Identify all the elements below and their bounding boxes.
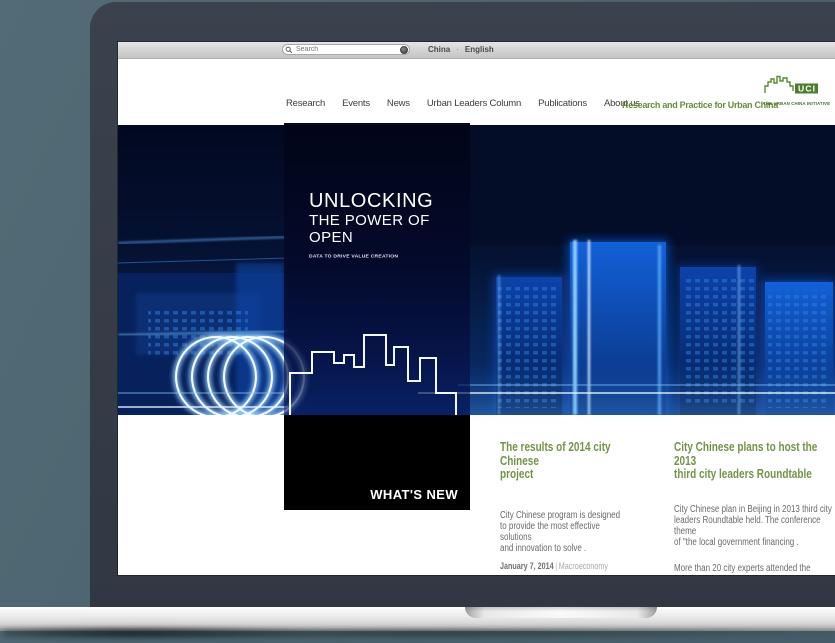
hero-title-line2: THE POWER OF OPEN [309, 212, 470, 247]
hero-panel-photo: UNLOCKING THE POWER OF OPEN DATA TO DRIV… [284, 123, 470, 415]
hero-banner [118, 125, 835, 415]
search-input[interactable] [293, 45, 400, 54]
language-switch: China · English [428, 45, 494, 54]
browser-chrome-bar: China · English [118, 42, 835, 59]
nav-item-research[interactable]: Research [286, 98, 325, 109]
lang-separator: · [456, 45, 459, 54]
nav-item-urban-leaders-column[interactable]: Urban Leaders Column [427, 98, 521, 109]
article-excerpt-more: More than 20 city experts attended the m… [674, 563, 835, 576]
skyline-outline-icon [284, 325, 470, 415]
laptop-lid-notch [465, 607, 657, 618]
article-date: January 7, 2014 [500, 561, 554, 571]
nav-item-news[interactable]: News [387, 98, 410, 109]
hero-copy: UNLOCKING THE POWER OF OPEN DATA TO DRIV… [309, 191, 470, 262]
news-articles: The results of 2014 city Chinese project… [500, 441, 835, 575]
hero-subtitle: DATA TO DRIVE VALUE CREATION [309, 253, 409, 259]
site-logo[interactable]: UCI THE URBAN CHINA INITIATIVE [763, 74, 835, 110]
hero-title-line1: UNLOCKING [309, 191, 470, 212]
article-excerpt: City Chinese plan in Beijing in 2013 thi… [674, 504, 835, 548]
logo-skyline-icon: UCI [763, 74, 835, 96]
whats-new-band: WHAT'S NEW [284, 415, 470, 510]
hero-center-panel: UNLOCKING THE POWER OF OPEN DATA TO DRIV… [284, 123, 470, 510]
browser-screen: China · English Research Events News Urb… [118, 42, 835, 575]
article-card: City Chinese plans to host the 2013 thir… [674, 441, 835, 575]
lang-english-link[interactable]: English [465, 45, 494, 54]
lang-china-link[interactable]: China [428, 45, 450, 54]
main-nav: Research Events News Urban Leaders Colum… [286, 98, 640, 109]
logo-caption: THE URBAN CHINA INITIATIVE [763, 101, 835, 106]
article-excerpt: City Chinese program is designed to prov… [500, 510, 652, 554]
article-title[interactable]: The results of 2014 city Chinese project [500, 441, 652, 482]
article-card: The results of 2014 city Chinese project… [500, 441, 652, 575]
article-category[interactable]: Macroeconomy [559, 561, 608, 571]
svg-text:UCI: UCI [798, 84, 816, 94]
brand-tagline: Research and Practice for Urban China [622, 100, 778, 110]
nav-item-publications[interactable]: Publications [538, 98, 587, 109]
search-icon [285, 46, 293, 54]
whats-new-label[interactable]: WHAT'S NEW [370, 487, 458, 502]
search-box[interactable] [282, 44, 410, 55]
search-go-button[interactable] [400, 46, 408, 54]
nav-item-events[interactable]: Events [342, 98, 370, 109]
hero-photo [118, 125, 835, 415]
laptop-shadow [0, 630, 835, 639]
article-meta: January 7, 2014|Macroeconomy [500, 561, 652, 571]
article-title[interactable]: City Chinese plans to host the 2013 thir… [674, 441, 835, 482]
